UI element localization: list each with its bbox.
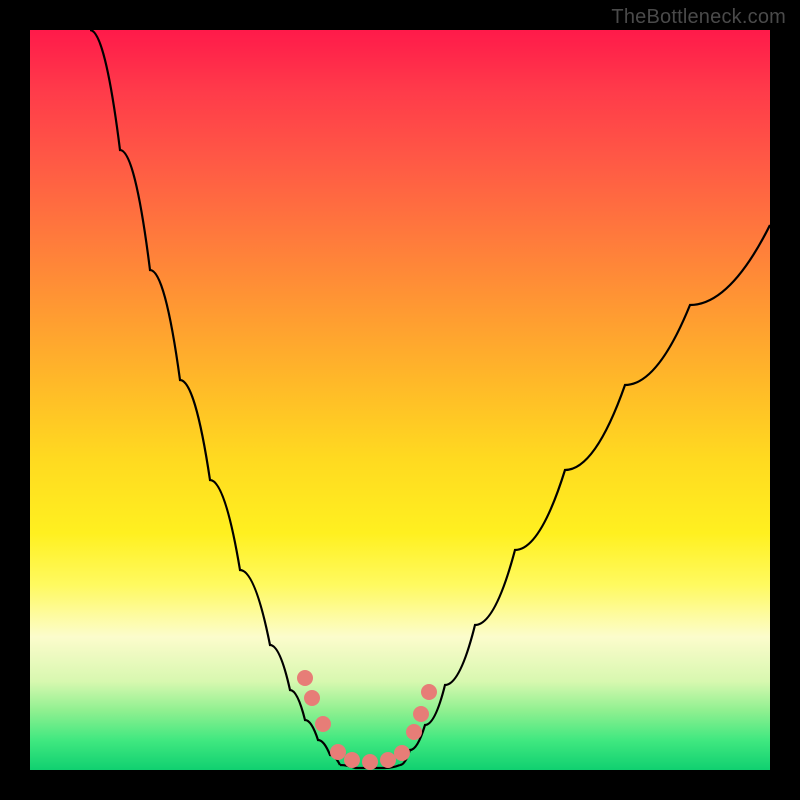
right-curve-path [400, 225, 770, 765]
marker-point [413, 706, 429, 722]
marker-point [304, 690, 320, 706]
marker-cluster [297, 670, 437, 770]
marker-point [362, 754, 378, 770]
marker-point [297, 670, 313, 686]
outer-frame: TheBottleneck.com [0, 0, 800, 800]
marker-point [380, 752, 396, 768]
left-curve-path [90, 30, 340, 765]
marker-point [344, 752, 360, 768]
marker-point [315, 716, 331, 732]
bottleneck-curve-svg [30, 30, 770, 770]
marker-point [406, 724, 422, 740]
marker-point [394, 745, 410, 761]
marker-point [421, 684, 437, 700]
watermark-text: TheBottleneck.com [611, 6, 786, 29]
marker-point [330, 744, 346, 760]
